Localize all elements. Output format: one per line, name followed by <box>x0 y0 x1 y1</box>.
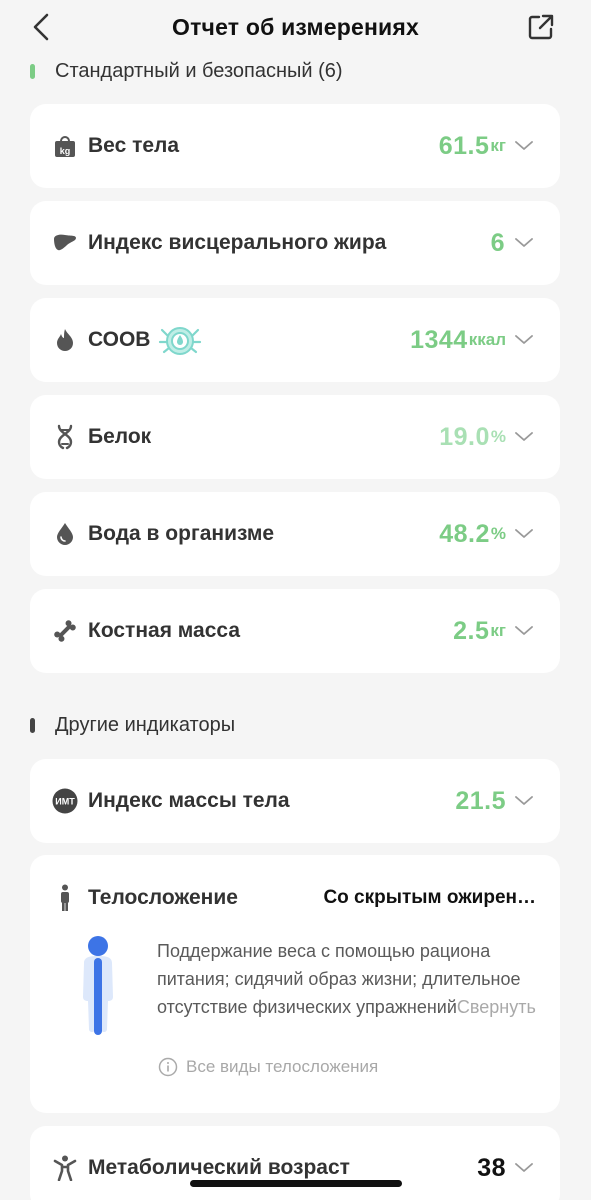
metric-card-metabolic-age[interactable]: Метаболический возраст 38 <box>30 1126 560 1200</box>
metric-unit: кг <box>490 136 506 155</box>
page-title: Отчет об измерениях <box>172 13 419 40</box>
metric-unit: ккал <box>468 330 506 349</box>
section-label: Стандартный и безопасный (6) <box>55 59 343 82</box>
metric-unit: % <box>490 427 506 446</box>
share-button[interactable] <box>526 12 556 42</box>
metric-value: 1344 <box>410 325 468 354</box>
chevron-down-icon[interactable] <box>514 621 534 641</box>
metric-card-body-water[interactable]: Вода в организме 48.2 % <box>30 492 560 576</box>
metric-value: Со скрытым ожирен… <box>323 887 536 908</box>
person-arms-up-icon <box>52 1155 78 1181</box>
top-bar: Отчет об измерениях <box>0 0 591 54</box>
chevron-down-icon[interactable] <box>514 427 534 447</box>
person-standing-icon <box>52 884 78 911</box>
metric-name: Вода в организме <box>88 522 275 545</box>
metric-value: 61.5 <box>438 131 490 160</box>
metric-card-visceral-fat[interactable]: Индекс висцерального жира 6 <box>30 201 560 285</box>
metric-value: 38 <box>477 1153 506 1182</box>
metric-value: 48.2 <box>439 519 490 548</box>
metric-unit: кг <box>490 621 506 640</box>
bone-icon <box>52 618 78 644</box>
measurement-report-screen: Отчет об измерениях Стандартный и безопа… <box>0 0 591 1200</box>
metric-name: Телосложение <box>88 886 238 909</box>
metric-card-bmi[interactable]: ИМТ Индекс массы тела 21.5 <box>30 759 560 843</box>
svg-text:ИМТ: ИМТ <box>55 797 75 807</box>
metric-name: Вес тела <box>88 134 180 157</box>
metric-card-bone-mass[interactable]: Костная масса 2.5 кг <box>30 589 560 673</box>
metric-name: Метаболический возраст <box>88 1156 350 1179</box>
home-indicator[interactable] <box>190 1180 402 1187</box>
body-type-description: Поддержание веса с помощью рациона питан… <box>157 937 543 1021</box>
section-marker <box>30 63 35 79</box>
section-standard-heading: Стандартный и безопасный (6) <box>30 58 343 84</box>
flame-icon <box>52 327 78 353</box>
metric-value: 6 <box>490 228 505 257</box>
collapse-link[interactable]: Свернуть <box>457 997 536 1017</box>
metric-unit: % <box>490 524 506 543</box>
chevron-down-icon[interactable] <box>514 1158 534 1178</box>
chevron-down-icon[interactable] <box>514 233 534 253</box>
info-icon <box>158 1057 178 1077</box>
metric-value: 21.5 <box>455 786 506 815</box>
metric-name: СООВ <box>88 328 151 351</box>
svg-text:kg: kg <box>60 146 71 156</box>
chevron-down-icon[interactable] <box>514 791 534 811</box>
chevron-down-icon[interactable] <box>514 330 534 350</box>
metric-card-weight[interactable]: kg Вес тела 61.5 кг <box>30 104 560 188</box>
metric-name: Индекс массы тела <box>88 789 290 812</box>
bmi-icon: ИМТ <box>52 788 78 814</box>
share-external-icon <box>528 14 554 40</box>
back-button[interactable] <box>26 12 56 42</box>
metric-value: 2.5 <box>453 616 490 645</box>
liver-icon <box>52 230 78 256</box>
all-body-types-link[interactable]: Все виды телосложения <box>158 1057 378 1077</box>
section-label: Другие индикаторы <box>55 713 236 736</box>
badge-icon[interactable] <box>158 320 202 360</box>
section-other-heading: Другие индикаторы <box>30 712 235 738</box>
metric-card-protein[interactable]: Белок 19.0 % <box>30 395 560 479</box>
water-drop-icon <box>52 521 78 547</box>
body-type-details: Поддержание веса с помощью рациона питан… <box>30 931 560 1113</box>
metric-value: 19.0 <box>439 422 490 451</box>
all-body-types-label: Все виды телосложения <box>186 1057 379 1076</box>
weight-kg-icon: kg <box>52 133 78 159</box>
metric-name: Индекс висцерального жира <box>88 231 387 254</box>
chevron-down-icon[interactable] <box>514 524 534 544</box>
chevron-left-icon <box>33 13 49 41</box>
metric-name: Белок <box>88 425 152 448</box>
dna-icon <box>52 424 78 450</box>
metric-card-bmr[interactable]: СООВ 1344 ккал <box>30 298 560 382</box>
chevron-down-icon[interactable] <box>514 136 534 156</box>
metric-name: Костная масса <box>88 619 241 642</box>
section-marker <box>30 717 35 733</box>
body-figure-icon <box>76 935 120 1035</box>
metric-card-body-type[interactable]: Телосложение Со скрытым ожирен… Поддержа… <box>30 855 560 1113</box>
